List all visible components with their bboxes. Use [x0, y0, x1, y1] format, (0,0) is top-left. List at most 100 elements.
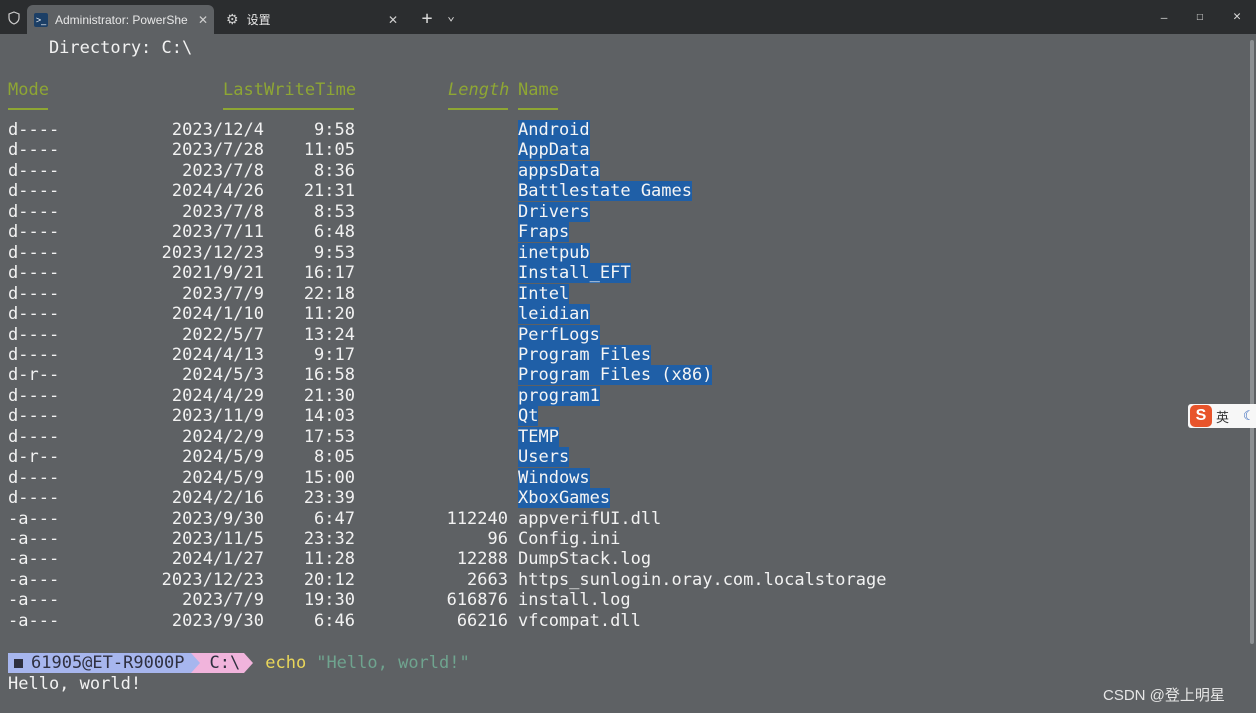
entry-length: 112240: [446, 509, 508, 529]
entry-date: 2024/2/9: [182, 427, 264, 447]
prompt-user-segment: 61905@ET-R9000P: [8, 653, 191, 673]
entry-date: 2023/12/23: [161, 570, 264, 590]
entry-date: 2023/7/9: [182, 284, 264, 304]
file-name: install.log: [518, 590, 631, 610]
header-name: Name: [518, 80, 559, 100]
entry-time: 11:20: [303, 304, 355, 324]
directory-name: inetpub: [518, 243, 590, 263]
header-lastwritetime-underline: [223, 108, 354, 110]
entry-time: 9:58: [314, 120, 355, 140]
file-name: appverifUI.dll: [518, 509, 662, 529]
moon-icon: ☾: [1243, 408, 1255, 423]
directory-name: Android: [518, 120, 590, 140]
close-tab-icon[interactable]: ✕: [198, 13, 208, 27]
ime-indicator[interactable]: S 英 ☾: [1188, 404, 1256, 428]
powershell-icon: >_: [34, 12, 48, 27]
entry-time: 23:39: [303, 488, 355, 508]
entry-date: 2023/12/23: [161, 243, 264, 263]
prompt-user: 61905@ET-R9000P: [31, 653, 185, 673]
entry-date: 2023/7/11: [171, 222, 264, 242]
entry-mode: d----: [8, 488, 60, 508]
entry-time: 17:53: [303, 427, 355, 447]
entry-time: 11:05: [303, 140, 355, 160]
entry-mode: -a---: [8, 590, 60, 610]
sogou-logo: S: [1190, 405, 1212, 427]
entry-time: 6:46: [314, 611, 355, 631]
close-window-button[interactable]: ✕: [1227, 7, 1247, 25]
entry-date: 2022/5/7: [182, 325, 264, 345]
new-tab-button[interactable]: +: [418, 8, 436, 29]
directory-name: leidian: [518, 304, 590, 324]
entry-mode: d----: [8, 325, 60, 345]
directory-name: program1: [518, 386, 600, 406]
entry-date: 2024/1/10: [171, 304, 264, 324]
gear-icon: ⚙: [226, 11, 239, 27]
directory-name: Windows: [518, 468, 590, 488]
entry-date: 2023/11/5: [171, 529, 264, 549]
entry-time: 9:17: [314, 345, 355, 365]
title-bar: >_ Administrator: PowerShe ✕ ⚙ 设置 ✕ + ⌄ …: [0, 0, 1256, 34]
directory-name: Battlestate Games: [518, 181, 692, 201]
entry-date: 2024/5/9: [182, 447, 264, 467]
tab-settings[interactable]: ⚙ 设置 ✕: [220, 5, 406, 34]
entry-length: 66216: [456, 611, 508, 631]
entry-length: 2663: [467, 570, 508, 590]
entry-date: 2023/7/28: [171, 140, 264, 160]
entry-date: 2024/2/16: [171, 488, 264, 508]
entry-time: 8:53: [314, 202, 355, 222]
entry-mode: -a---: [8, 570, 60, 590]
entry-date: 2023/9/30: [171, 611, 264, 631]
entry-mode: -a---: [8, 549, 60, 569]
entry-time: 23:32: [303, 529, 355, 549]
entry-mode: d----: [8, 120, 60, 140]
maximize-button[interactable]: ☐: [1190, 7, 1210, 25]
minimize-button[interactable]: —: [1154, 8, 1174, 26]
entry-date: 2023/11/9: [171, 406, 264, 426]
entry-time: 21:31: [303, 181, 355, 201]
directory-name: PerfLogs: [518, 325, 600, 345]
chevron-down-icon[interactable]: ⌄: [444, 6, 458, 26]
entry-mode: d----: [8, 468, 60, 488]
tab-powershell[interactable]: >_ Administrator: PowerShe ✕: [27, 5, 214, 34]
entry-mode: -a---: [8, 529, 60, 549]
directory-name: Program Files (x86): [518, 365, 713, 385]
entry-date: 2023/12/4: [171, 120, 264, 140]
powerline-separator: [190, 653, 200, 673]
scrollbar[interactable]: [1250, 40, 1254, 644]
entry-date: 2024/5/3: [182, 365, 264, 385]
entry-mode: d----: [8, 345, 60, 365]
file-name: https_sunlogin.oray.com.localstorage: [518, 570, 887, 590]
prompt-command: echo: [265, 653, 307, 673]
directory-name: AppData: [518, 140, 590, 160]
header-mode-underline: [8, 108, 48, 110]
entry-mode: d----: [8, 140, 60, 160]
directory-name: Users: [518, 447, 570, 467]
directory-name: Fraps: [518, 222, 570, 242]
shield-icon: [6, 10, 22, 26]
entry-mode: d----: [8, 222, 60, 242]
terminal-output[interactable]: Directory: C:\ Mode LastWriteTime Length…: [8, 34, 1256, 713]
entry-mode: d----: [8, 386, 60, 406]
entry-date: 2024/4/26: [171, 181, 264, 201]
entry-mode: d----: [8, 406, 60, 426]
directory-name: Drivers: [518, 202, 590, 222]
file-name: DumpStack.log: [518, 549, 652, 569]
entry-time: 15:00: [303, 468, 355, 488]
powerline-separator: [244, 653, 254, 673]
entry-mode: d-r--: [8, 447, 60, 467]
square-icon: [14, 658, 23, 668]
entry-time: 6:48: [314, 222, 355, 242]
entry-time: 6:47: [314, 509, 355, 529]
tab-label: 设置: [246, 13, 271, 27]
entry-date: 2021/9/21: [171, 263, 264, 283]
entry-time: 13:24: [303, 325, 355, 345]
echo-output: Hello, world!: [8, 674, 142, 694]
entry-mode: d----: [8, 161, 60, 181]
entry-mode: d----: [8, 243, 60, 263]
entry-length: 616876: [446, 590, 508, 610]
directory-name: appsData: [518, 161, 600, 181]
close-tab-icon[interactable]: ✕: [388, 13, 398, 27]
entry-date: 2024/5/9: [182, 468, 264, 488]
entry-time: 14:03: [303, 406, 355, 426]
header-length: Length: [448, 80, 510, 100]
